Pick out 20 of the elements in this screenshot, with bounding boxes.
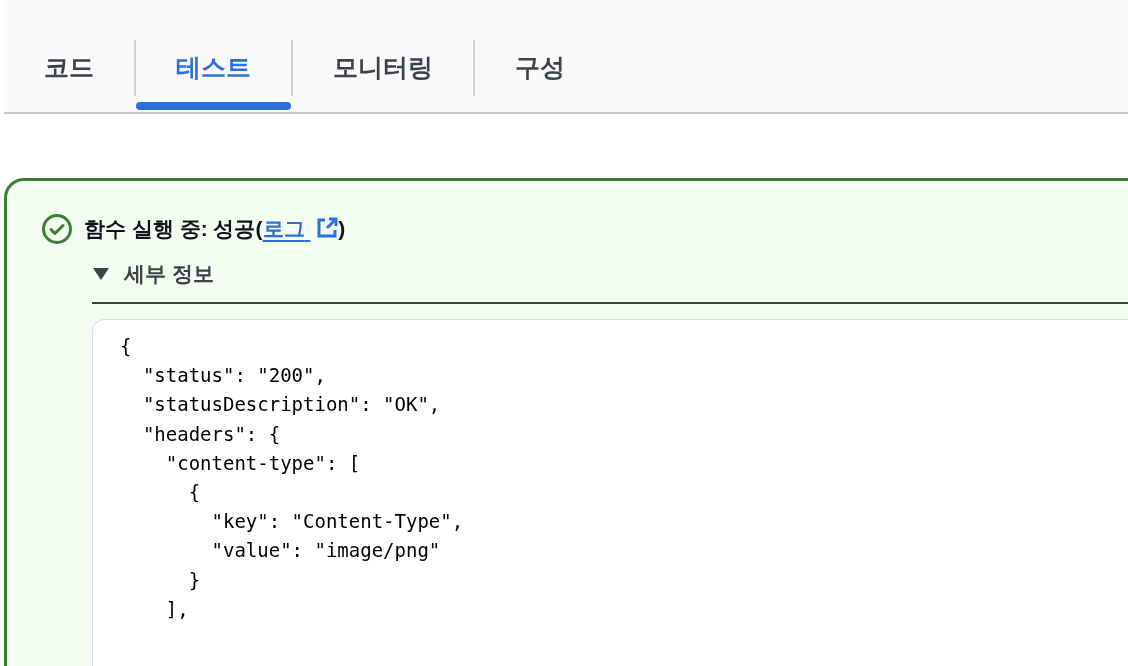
external-link-icon — [316, 217, 339, 239]
code-line: "content-type": [ — [164, 450, 361, 476]
code-line: "key": "Content-Type", — [210, 509, 464, 535]
tab[interactable]: 구성 — [475, 39, 605, 112]
success-check-icon — [41, 213, 73, 245]
code-line: { — [120, 334, 132, 359]
tab[interactable]: 모니터링 — [293, 39, 473, 112]
code-line: "status": "200", — [141, 363, 326, 389]
code-line: { — [187, 480, 201, 505]
code-line: "value": "image/png" — [210, 538, 441, 564]
tab[interactable]: 테스트 — [136, 39, 291, 112]
code-line: ], — [164, 596, 189, 622]
log-link[interactable]: 로그 — [262, 217, 339, 240]
code-line: "headers": { — [141, 421, 281, 447]
code-line: "statusDescription": "OK", — [141, 392, 441, 418]
tab[interactable]: 코드 — [4, 39, 134, 112]
code-line: } — [187, 567, 201, 593]
details-toggle[interactable]: 세부 정보 — [92, 260, 214, 288]
result-title: 함수 실행 중: 성공(로그 ) — [84, 216, 346, 242]
caret-down-icon — [92, 266, 110, 282]
